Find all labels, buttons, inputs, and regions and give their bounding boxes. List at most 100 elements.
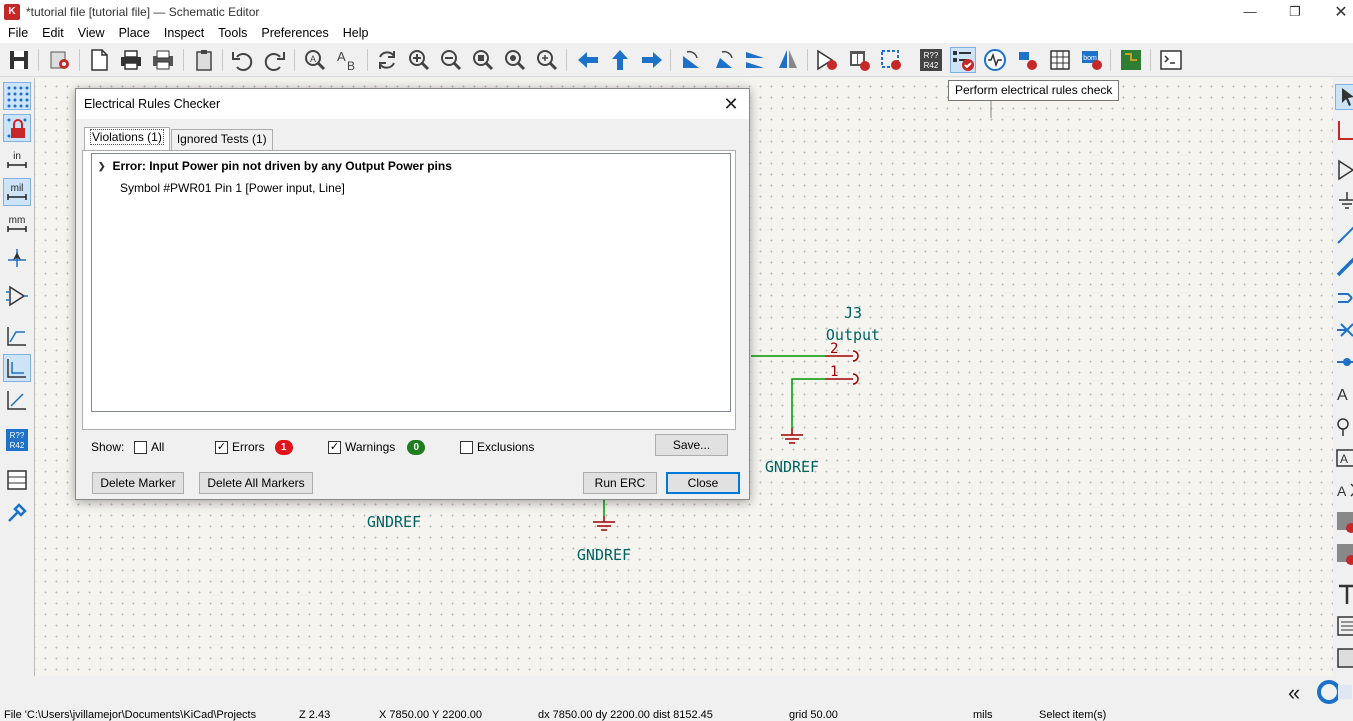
- add-hier-label-icon[interactable]: A: [1335, 478, 1353, 504]
- filter-all-checkbox[interactable]: [134, 440, 147, 454]
- erc-icon[interactable]: [950, 47, 976, 73]
- line-mode-45-icon[interactable]: [3, 386, 31, 414]
- menu-tools[interactable]: Tools: [211, 26, 254, 40]
- bom-table-icon[interactable]: [1047, 47, 1073, 73]
- save-icon[interactable]: [6, 47, 32, 73]
- menu-edit[interactable]: Edit: [35, 26, 71, 40]
- tab-ignored-tests[interactable]: Ignored Tests (1): [170, 129, 273, 150]
- add-wire-icon[interactable]: [1335, 222, 1353, 248]
- add-power-icon[interactable]: [1335, 190, 1353, 216]
- add-rectangle-icon[interactable]: [1335, 646, 1353, 672]
- import-sheet-pin-icon[interactable]: [1335, 542, 1353, 568]
- menu-place[interactable]: Place: [112, 26, 157, 40]
- add-text-icon[interactable]: [1335, 582, 1353, 608]
- filter-warnings-checkbox[interactable]: ✓: [328, 440, 341, 454]
- mirror-vertical-icon[interactable]: [743, 47, 769, 73]
- refresh-icon[interactable]: [374, 47, 400, 73]
- menu-inspect[interactable]: Inspect: [157, 26, 211, 40]
- menu-help[interactable]: Help: [336, 26, 376, 40]
- violations-tree[interactable]: ❯ Error: Input Power pin not driven by a…: [91, 153, 731, 412]
- grid-toggle-icon[interactable]: [3, 82, 31, 110]
- navigate-forward-icon[interactable]: [639, 47, 665, 73]
- dialog-close-icon[interactable]: ✕: [719, 92, 743, 116]
- select-tool-icon[interactable]: [1335, 84, 1353, 110]
- paste-icon[interactable]: [191, 47, 217, 73]
- page-settings-icon[interactable]: [86, 47, 112, 73]
- close-icon[interactable]: ✕: [1318, 0, 1353, 23]
- restore-icon[interactable]: ❐: [1272, 0, 1318, 23]
- filter-all[interactable]: All: [134, 438, 164, 456]
- rotate-ccw-icon[interactable]: [678, 47, 704, 73]
- filter-warnings[interactable]: ✓ Warnings 0: [328, 438, 426, 456]
- violation-detail[interactable]: Symbol #PWR01 Pin 1 [Power input, Line]: [120, 181, 345, 195]
- cursor-crosshair-icon[interactable]: [3, 244, 31, 272]
- ground-symbol: [781, 428, 803, 444]
- scripting-console-icon[interactable]: [1158, 47, 1184, 73]
- redo-icon[interactable]: [262, 47, 288, 73]
- menu-bar: File Edit View Place Inspect Tools Prefe…: [0, 23, 1353, 43]
- zoom-selection-icon[interactable]: [534, 47, 560, 73]
- find-replace-icon[interactable]: AB: [334, 47, 360, 73]
- mirror-horizontal-icon[interactable]: [775, 47, 801, 73]
- zoom-out-icon[interactable]: [438, 47, 464, 73]
- zoom-fit-icon[interactable]: [470, 47, 496, 73]
- add-bus-entry-icon[interactable]: [1335, 286, 1353, 312]
- simulator-icon[interactable]: [982, 47, 1008, 73]
- add-textbox-icon[interactable]: [1335, 614, 1353, 640]
- delete-all-markers-button[interactable]: Delete All Markers: [199, 472, 313, 494]
- add-global-label-icon[interactable]: A: [1335, 446, 1353, 472]
- annotate-left-icon[interactable]: R?? R42: [3, 426, 31, 454]
- collapse-panel-icon[interactable]: «: [1288, 680, 1300, 706]
- filter-errors[interactable]: ✓ Errors 1: [215, 438, 293, 456]
- add-no-connect-icon[interactable]: [1335, 318, 1353, 344]
- add-sheet-icon[interactable]: [1335, 510, 1353, 536]
- menu-file[interactable]: File: [1, 26, 35, 40]
- navigate-back-icon[interactable]: [575, 47, 601, 73]
- find-icon[interactable]: A: [302, 47, 328, 73]
- menu-preferences[interactable]: Preferences: [254, 26, 335, 40]
- zoom-objects-icon[interactable]: [502, 47, 528, 73]
- hidden-pins-icon[interactable]: [3, 282, 31, 310]
- delete-marker-button[interactable]: Delete Marker: [92, 472, 184, 494]
- line-mode-90-icon[interactable]: [3, 354, 31, 382]
- pcb-editor-icon[interactable]: [1118, 47, 1144, 73]
- properties-panel-icon[interactable]: [3, 499, 31, 527]
- symbol-browser-icon[interactable]: [846, 47, 872, 73]
- netlist-icon[interactable]: [1014, 47, 1040, 73]
- units-inches-icon[interactable]: in: [3, 146, 31, 174]
- grid-lock-icon[interactable]: [3, 114, 31, 142]
- plot-icon[interactable]: [150, 47, 176, 73]
- add-bus-icon[interactable]: [1335, 254, 1353, 280]
- tab-violations[interactable]: Violations (1): [84, 127, 170, 150]
- units-mm-icon[interactable]: mm: [3, 210, 31, 238]
- filter-exclusions-checkbox[interactable]: [460, 440, 473, 454]
- add-symbol-icon[interactable]: [1335, 158, 1353, 184]
- zoom-in-icon[interactable]: [406, 47, 432, 73]
- minimize-icon[interactable]: —: [1227, 0, 1273, 23]
- violation-item[interactable]: ❯ Error: Input Power pin not driven by a…: [98, 159, 452, 173]
- run-erc-button[interactable]: Run ERC: [583, 472, 657, 494]
- chevron-down-icon[interactable]: ❯: [98, 161, 106, 172]
- navigate-up-icon[interactable]: [607, 47, 633, 73]
- line-mode-free-icon[interactable]: [3, 322, 31, 350]
- annotate-icon[interactable]: R?? R42: [918, 47, 944, 73]
- add-label-icon[interactable]: A: [1335, 382, 1353, 408]
- svg-text:A: A: [1337, 483, 1347, 499]
- units-mils-icon[interactable]: mil: [3, 178, 31, 206]
- highlight-net-icon[interactable]: [1335, 118, 1353, 144]
- rotate-cw-icon[interactable]: [711, 47, 737, 73]
- filter-errors-checkbox[interactable]: ✓: [215, 440, 228, 454]
- print-icon[interactable]: [118, 47, 144, 73]
- add-net-class-icon[interactable]: [1335, 414, 1353, 440]
- footprint-assign-icon[interactable]: [878, 47, 904, 73]
- close-button[interactable]: Close: [666, 472, 740, 494]
- bom-generate-icon[interactable]: bom: [1079, 47, 1105, 73]
- add-junction-icon[interactable]: [1335, 350, 1353, 376]
- filter-exclusions[interactable]: Exclusions: [460, 438, 534, 456]
- symbol-editor-icon[interactable]: [814, 47, 840, 73]
- menu-view[interactable]: View: [71, 26, 112, 40]
- save-button[interactable]: Save...: [655, 434, 728, 456]
- hierarchy-navigator-icon[interactable]: [3, 466, 31, 494]
- undo-icon[interactable]: [229, 47, 255, 73]
- schematic-setup-icon[interactable]: [47, 47, 73, 73]
